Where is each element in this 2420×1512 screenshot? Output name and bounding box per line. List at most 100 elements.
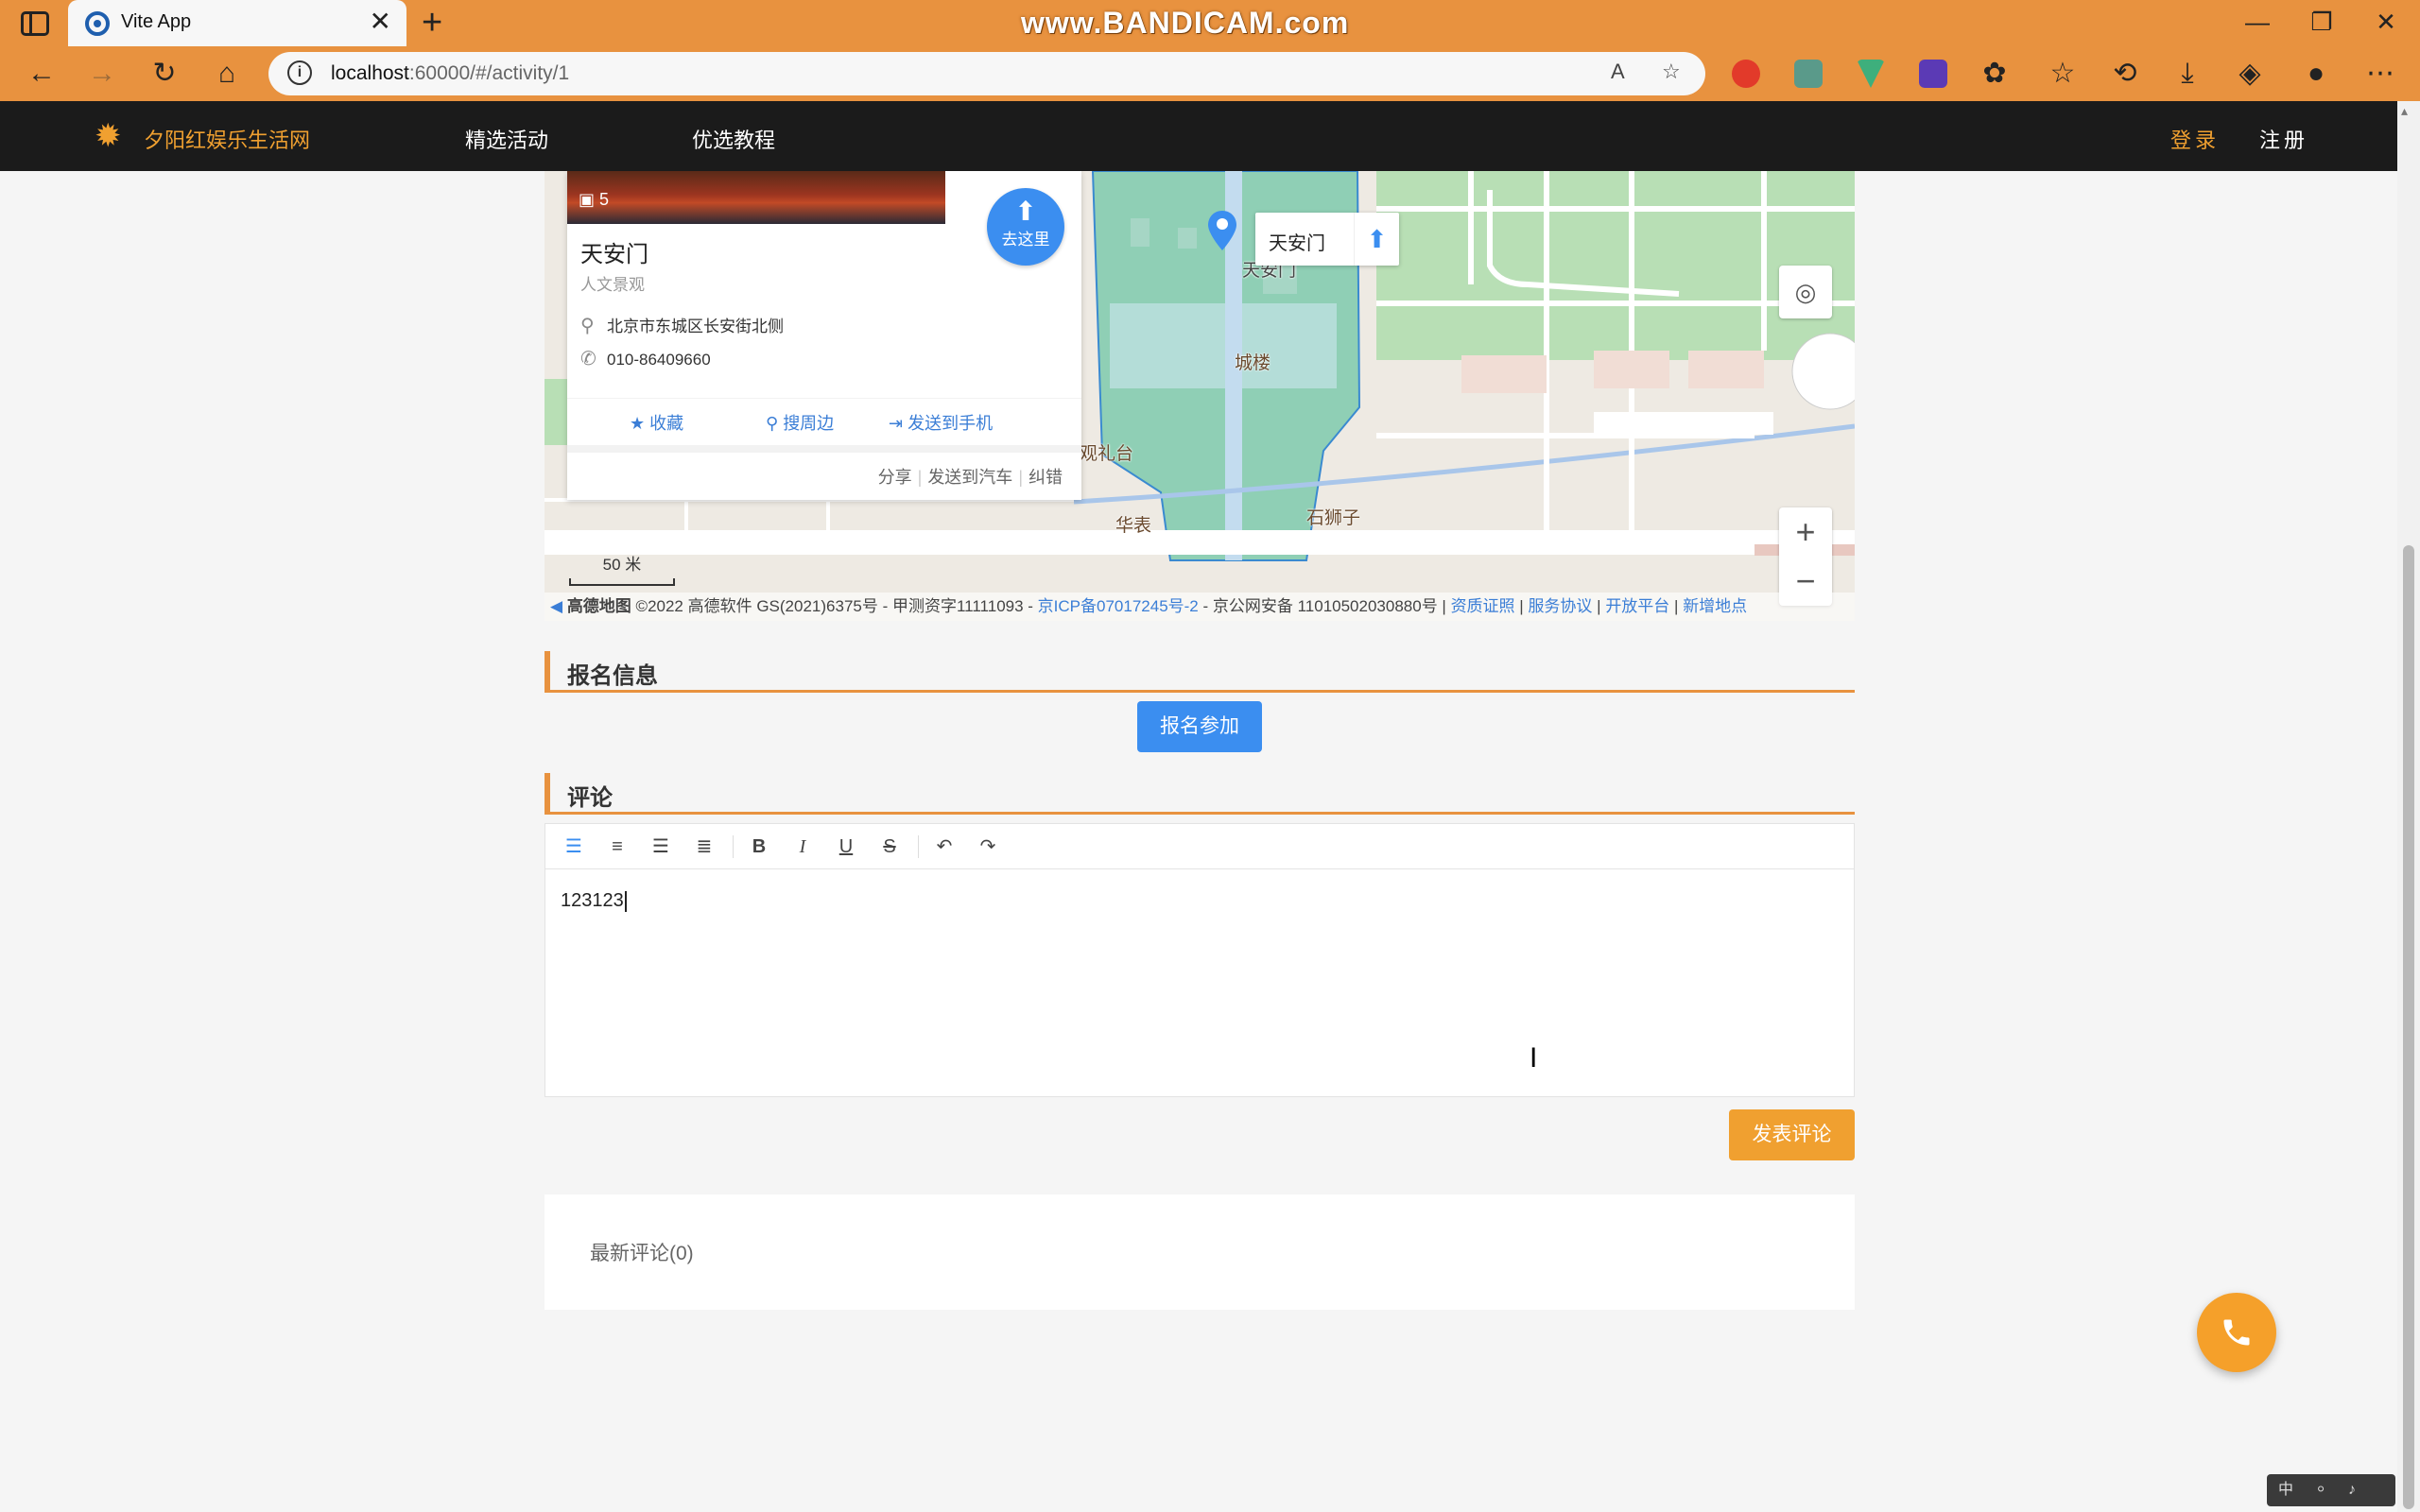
restore-button[interactable]: ❐: [2303, 6, 2341, 38]
go-here-button[interactable]: ⬆ 去这里: [987, 188, 1064, 266]
send-to-phone-action[interactable]: ⇥ 发送到手机: [889, 410, 993, 435]
ime-status-bar[interactable]: 中 ⸰ ♪ ⌂: [2267, 1474, 2395, 1506]
image-icon: ▣: [579, 190, 600, 209]
align-left-icon[interactable]: ☰: [561, 833, 587, 860]
star-icon: ★: [630, 414, 650, 433]
address-bar[interactable]: i localhost:60000/#/activity/1 A ☆: [268, 52, 1705, 95]
minimize-button[interactable]: —: [2238, 6, 2276, 38]
page-scrollbar[interactable]: ▴: [2397, 101, 2420, 1512]
open-platform-link[interactable]: 开放平台: [1605, 597, 1669, 615]
post-comment-button[interactable]: 发表评论: [1729, 1109, 1855, 1160]
license-link[interactable]: 资质证照: [1451, 597, 1515, 615]
scroll-up-icon[interactable]: ▴: [2401, 103, 2408, 119]
site-logo-text[interactable]: 夕阳红娱乐生活网: [144, 124, 310, 154]
location-marker-icon[interactable]: [1206, 209, 1238, 252]
underline-icon[interactable]: U: [833, 833, 859, 860]
strikethrough-icon[interactable]: S: [876, 833, 903, 860]
zoom-in-button[interactable]: +: [1779, 507, 1832, 557]
bold-icon[interactable]: B: [746, 833, 772, 860]
add-place-link[interactable]: 新增地点: [1683, 597, 1747, 615]
i-beam-cursor-icon: I: [1530, 1042, 1538, 1074]
history-icon[interactable]: ⟲: [2104, 56, 2146, 92]
site-header: ✹ 夕阳红娱乐生活网 精选活动 优选教程 登录 注册: [0, 101, 2397, 171]
photo-count: ▣ 5: [579, 190, 610, 209]
latest-comments-label: 最新评论(0): [590, 1243, 694, 1264]
italic-icon[interactable]: I: [789, 833, 816, 860]
map-scale: 50 米: [569, 551, 675, 586]
nav-link-tutorials[interactable]: 优选教程: [692, 124, 775, 154]
terms-link[interactable]: 服务协议: [1528, 597, 1592, 615]
recorder-watermark: www.BANDICAM.com: [1021, 6, 1350, 40]
downloads-icon[interactable]: ⤓: [2167, 56, 2208, 92]
map-label-shishizi[interactable]: 石狮子: [1306, 504, 1360, 529]
redo-icon[interactable]: ↷: [975, 833, 1001, 860]
comment-section-title: 评论: [567, 785, 613, 811]
search-nearby-action[interactable]: ⚲ 搜周边: [766, 410, 834, 435]
extensions-icon[interactable]: ✿: [1974, 56, 2015, 92]
signup-button[interactable]: 报名参加: [1137, 701, 1262, 752]
home-icon[interactable]: ⌂: [206, 56, 248, 92]
call-button[interactable]: [2197, 1293, 2276, 1372]
align-right-icon[interactable]: ☰: [648, 833, 674, 860]
new-tab-button[interactable]: +: [422, 4, 442, 42]
poi-address: 北京市东城区长安街北侧: [607, 318, 784, 335]
favorite-add-icon[interactable]: ☆: [1662, 60, 1681, 84]
browser-toolbar: ← → ↻ ⌂ i localhost:60000/#/activity/1 A…: [0, 46, 2420, 101]
forward-icon[interactable]: →: [81, 56, 123, 92]
icp-link[interactable]: 京ICP备07017245号-2: [1038, 597, 1199, 615]
comment-editor: ☰ ≡ ☰ ≣ B I U S ↶ ↷ 123123: [544, 823, 1855, 1097]
report-error-link[interactable]: 纠错: [1028, 468, 1063, 487]
map-label-chenglou[interactable]: 城楼: [1235, 349, 1270, 374]
login-link[interactable]: 登录: [2170, 124, 2220, 154]
locate-me-button[interactable]: ◎: [1779, 266, 1832, 318]
editor-content[interactable]: 123123: [561, 890, 624, 911]
signup-section-title: 报名信息: [567, 663, 658, 689]
poi-info-card: ▣ 5 ⬆ 去这里 天安门 人文景观 ⚲ 北京市东城区长安街北侧 ✆ 010-864…: [567, 171, 1081, 500]
poi-photo[interactable]: ▣ 5: [567, 171, 945, 224]
share-link[interactable]: 分享: [878, 468, 912, 487]
poi-actions: ★ 收藏 ⚲ 搜周边 ⇥ 发送到手机: [567, 398, 1081, 445]
window-close-button[interactable]: ✕: [2367, 6, 2405, 38]
logo-gear-icon[interactable]: ✹: [95, 120, 122, 152]
editor-text-area[interactable]: 123123: [561, 890, 627, 912]
profile-avatar-icon[interactable]: ●: [2295, 56, 2337, 92]
location-map[interactable]: 观礼台 城楼 华表 石狮子 天安门 天安门 ⬆ ▣ 5 ⬆ 去这里 天安门 人文…: [544, 171, 1855, 621]
nav-link-activities[interactable]: 精选活动: [465, 124, 548, 154]
pin-icon: ⚲: [766, 414, 784, 433]
scrollbar-thumb[interactable]: [2403, 545, 2414, 1509]
browser-tab[interactable]: Vite App ✕: [68, 0, 406, 46]
vite-favicon-icon: [85, 11, 110, 36]
align-justify-icon[interactable]: ≣: [691, 833, 717, 860]
register-link[interactable]: 注册: [2259, 124, 2308, 154]
tab-actions-icon[interactable]: [21, 11, 49, 36]
tab-close-icon[interactable]: ✕: [370, 8, 391, 36]
send-to-car-link[interactable]: 发送到汽车: [927, 468, 1012, 487]
location-pin-icon: ⚲: [580, 316, 595, 336]
vue-devtools-icon[interactable]: [1857, 60, 1885, 88]
map-label-guanlitai[interactable]: 观礼台: [1080, 439, 1133, 465]
marker-popup[interactable]: 天安门 ⬆: [1255, 213, 1399, 266]
performance-icon[interactable]: ◈: [2229, 56, 2271, 92]
poi-card-footer: 分享 | 发送到汽车 | 纠错: [567, 445, 1081, 500]
text-caret: [624, 890, 627, 912]
undo-icon[interactable]: ↶: [931, 833, 958, 860]
map-label-huabiao[interactable]: 华表: [1115, 511, 1151, 537]
poi-phone-row: ✆ 010-86409660: [580, 347, 711, 370]
address-url[interactable]: localhost:60000/#/activity/1: [331, 62, 569, 85]
align-center-icon[interactable]: ≡: [604, 833, 631, 860]
read-aloud-icon[interactable]: A: [1611, 60, 1625, 84]
poi-phone[interactable]: 010-86409660: [607, 351, 711, 369]
site-info-icon[interactable]: i: [287, 60, 312, 85]
translate-extension-icon[interactable]: [1794, 60, 1823, 88]
extension-badge-icon[interactable]: [1919, 60, 1947, 88]
favorites-icon[interactable]: ☆: [2042, 56, 2083, 92]
reload-icon[interactable]: ↻: [144, 56, 185, 92]
poi-address-row: ⚲ 北京市东城区长安街北侧: [580, 313, 784, 337]
adblock-extension-icon[interactable]: [1732, 60, 1760, 88]
amap-brand: 高德地图: [566, 597, 631, 615]
comment-section-header: 评论: [544, 773, 1855, 815]
navigate-arrow-icon[interactable]: ⬆: [1354, 213, 1399, 266]
back-icon[interactable]: ←: [21, 56, 62, 92]
more-menu-icon[interactable]: ⋯: [2360, 56, 2401, 92]
favorite-action[interactable]: ★ 收藏: [630, 410, 683, 435]
